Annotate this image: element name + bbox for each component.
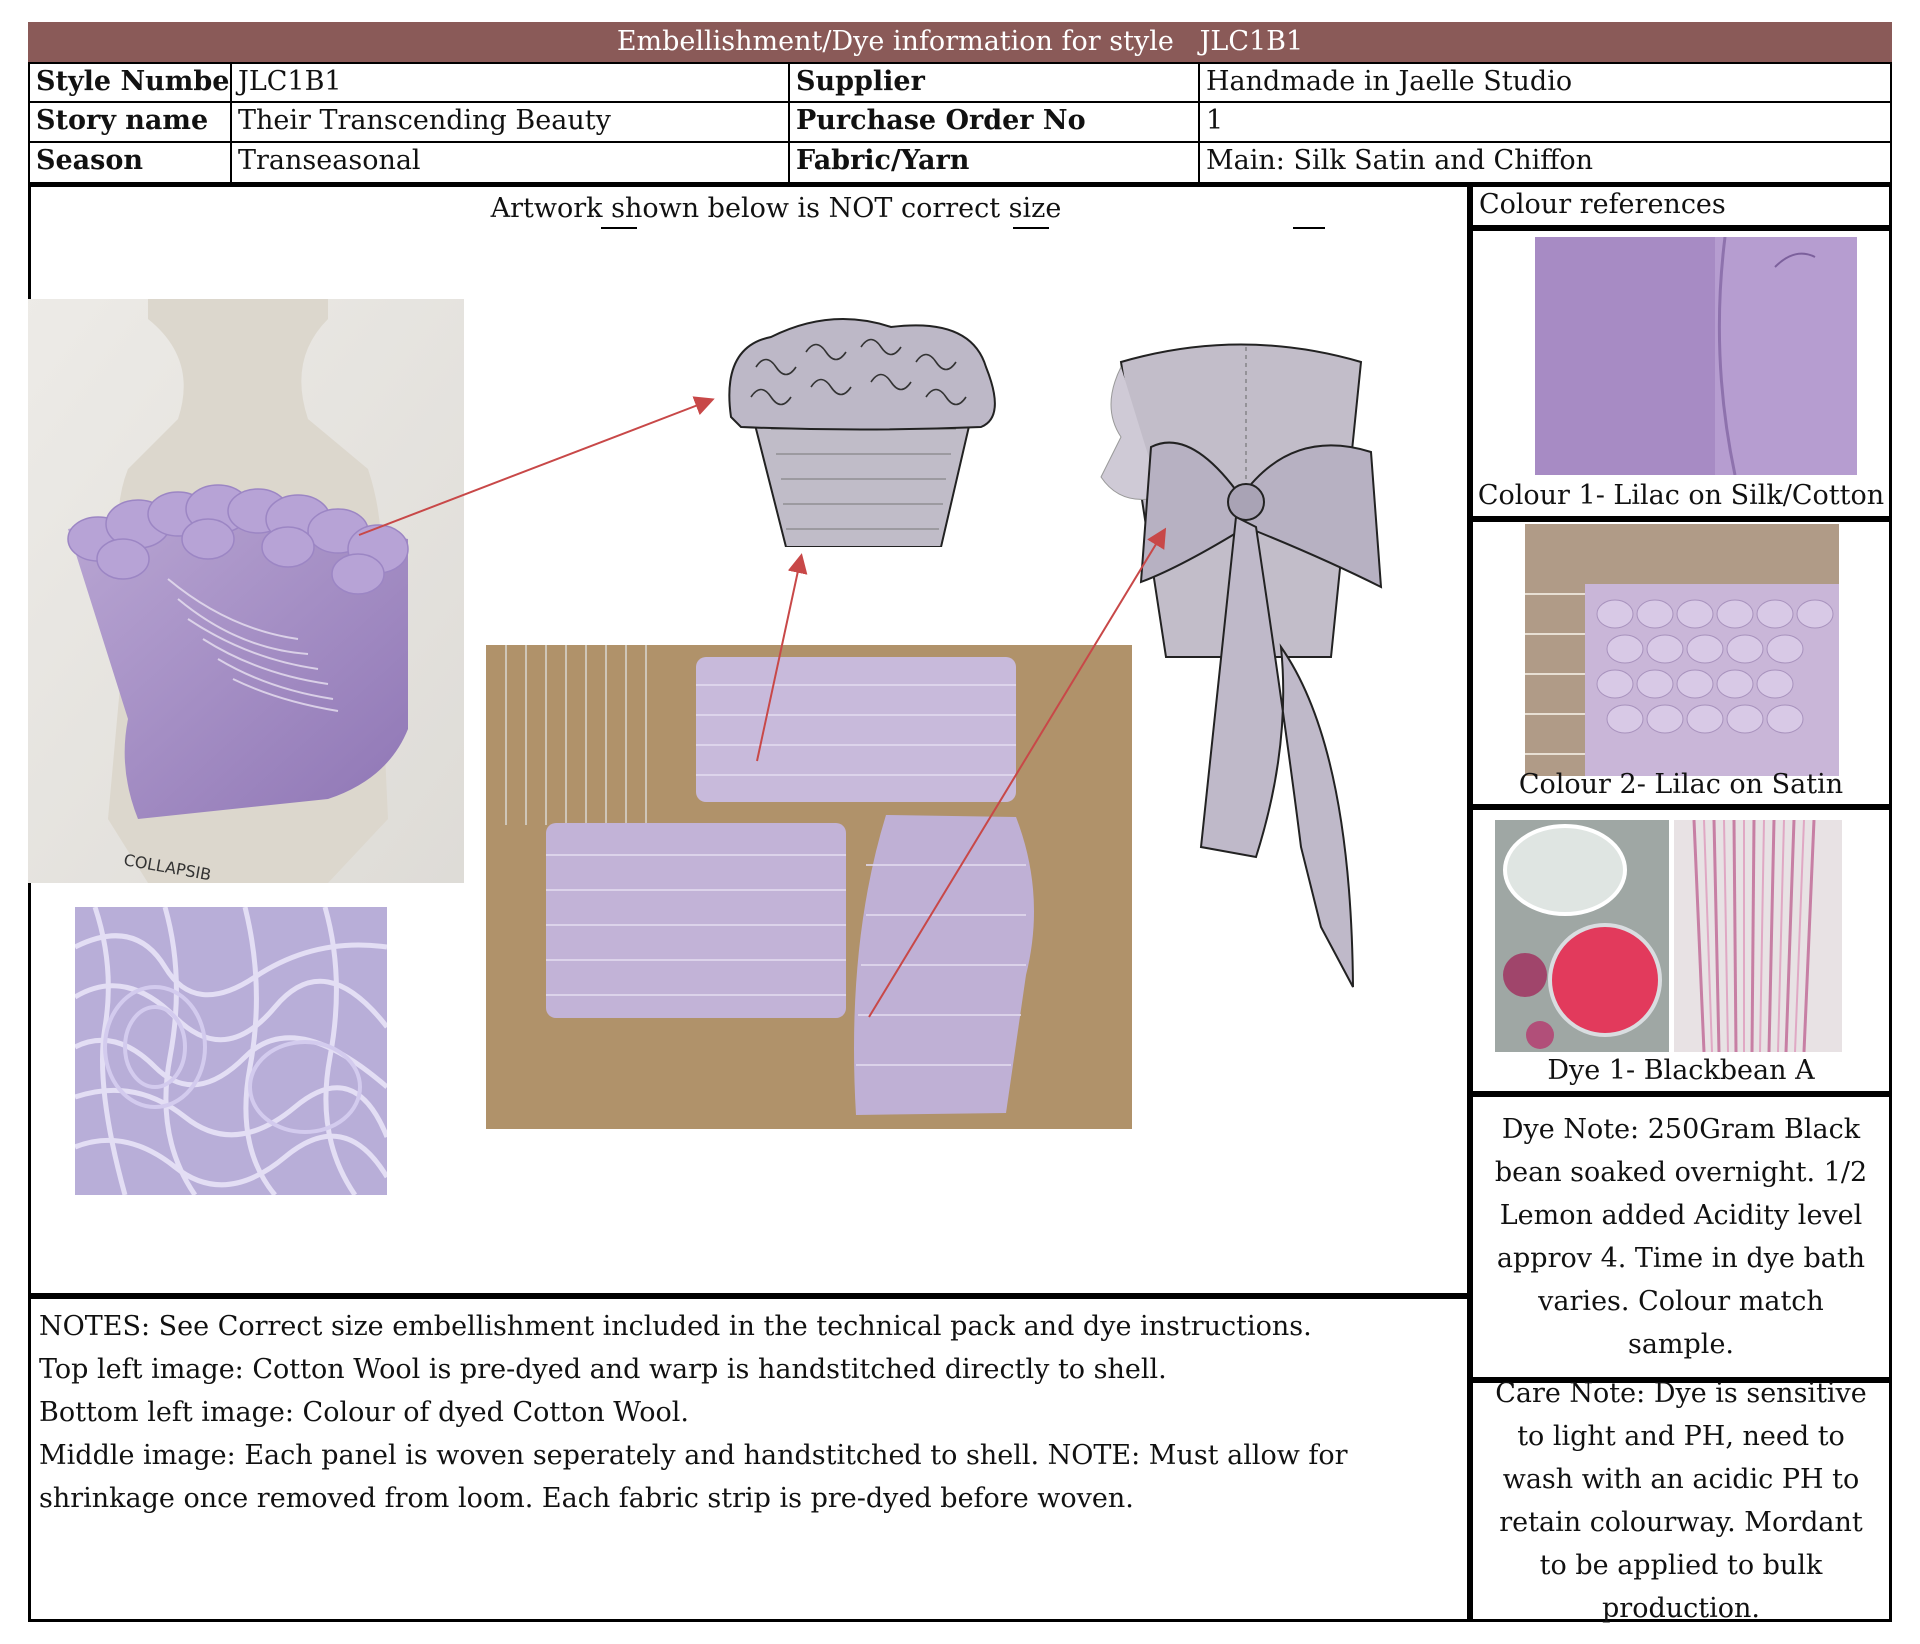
colour-references-heading: Colour references (1470, 184, 1892, 228)
header-table: Style Number JLC1B1 Supplier Handmade in… (28, 62, 1892, 184)
dye-note-panel: Dye Note: 250Gram Black bean soaked over… (1470, 1094, 1892, 1380)
colour1-panel: Colour 1- Lilac on Silk/Cotton (1470, 228, 1892, 519)
page-title: Embellishment/Dye information for style … (28, 22, 1892, 62)
season-label: Season (28, 141, 232, 184)
colour2-panel: Colour 2- Lilac on Satin (1470, 519, 1892, 807)
care-note: Care Note: Dye is sensitive to light and… (1495, 1378, 1867, 1624)
annotation-arrows (358, 396, 1167, 1018)
season-value: Transeasonal (230, 141, 790, 184)
note-line: NOTES: See Correct size embellishment in… (39, 1311, 1312, 1342)
note-line: Middle image: Each panel is woven sepera… (39, 1440, 1348, 1514)
silk-swatch (1535, 237, 1857, 475)
story-name-value: Their Transcending Beauty (230, 101, 790, 143)
supplier-value: Handmade in Jaelle Studio (1198, 62, 1892, 103)
artwork-panel: Artwork shown below is NOT correct size … (28, 184, 1470, 1296)
colour1-caption: Colour 1- Lilac on Silk/Cotton (1477, 480, 1885, 511)
colour2-caption: Colour 2- Lilac on Satin (1518, 769, 1844, 800)
satin-swatch (1525, 524, 1839, 776)
purchase-order-value: 1 (1198, 101, 1892, 143)
purchase-order-label: Purchase Order No (788, 101, 1200, 143)
story-name-label: Story name (28, 101, 232, 143)
style-number-value: JLC1B1 (230, 62, 790, 103)
fabric-value: Main: Silk Satin and Chiffon (1198, 141, 1892, 184)
supplier-label: Supplier (788, 62, 1200, 103)
dyed-strips-photo (1674, 820, 1842, 1052)
notes-panel: NOTES: See Correct size embellishment in… (28, 1296, 1470, 1622)
care-note-panel: Care Note: Dye is sensitive to light and… (1470, 1378, 1892, 1624)
dye1-panel: Dye 1- Blackbean A (1470, 807, 1892, 1094)
fabric-label: Fabric/Yarn (788, 141, 1200, 184)
note-line: Top left image: Cotton Wool is pre-dyed … (39, 1354, 1167, 1385)
style-number-label: Style Number (28, 62, 232, 103)
dye1-caption: Dye 1- Blackbean A (1547, 1055, 1815, 1086)
dye-bowl-photo (1495, 820, 1669, 1052)
dye-note: Dye Note: 250Gram Black bean soaked over… (1494, 1114, 1868, 1360)
note-line: Bottom left image: Colour of dyed Cotton… (39, 1397, 689, 1428)
